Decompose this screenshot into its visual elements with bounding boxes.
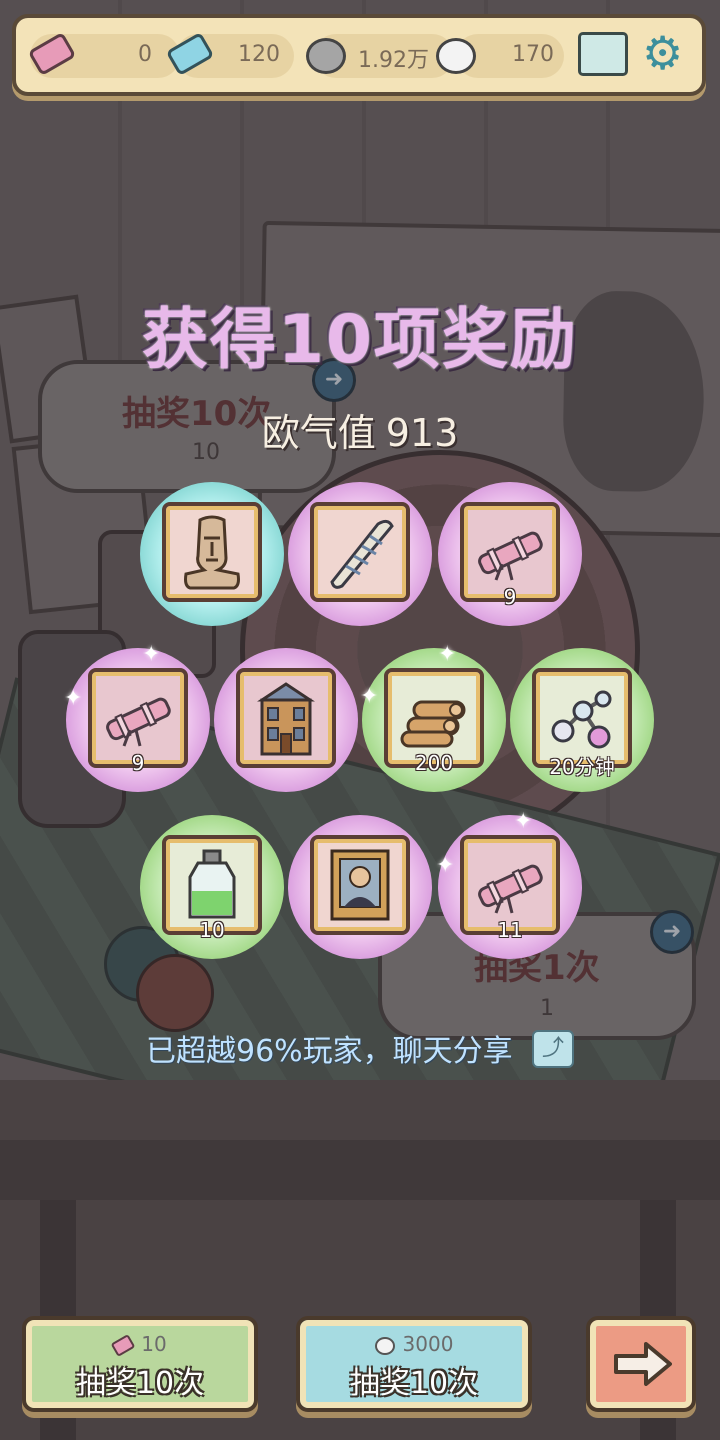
item-quantity: 20分钟 — [549, 755, 615, 779]
draw-10-ticket-button[interactable]: 10 抽奖10次 — [22, 1316, 258, 1412]
draw-button-label: 抽奖10次 — [349, 1366, 479, 1401]
draw-10-bubble-button[interactable]: 3000 抽奖10次 — [296, 1316, 532, 1412]
reward-item-telescope[interactable]: ✦ ✦ 9 — [64, 642, 210, 792]
grey-bubble-icon — [306, 38, 346, 74]
pink-ticket-count: 0 — [138, 42, 152, 67]
pink-ticket-icon — [110, 1334, 136, 1357]
luck-value-row: 欧气值 913 — [0, 402, 720, 457]
item-quantity: 9 — [131, 751, 145, 775]
reward-item-portrait[interactable] — [288, 815, 432, 959]
gear-icon[interactable]: ⚙ — [642, 30, 683, 76]
reward-item-molecule[interactable]: 20分钟 — [510, 648, 654, 792]
blue-ticket-count: 120 — [238, 42, 280, 67]
portrait-icon — [330, 849, 390, 921]
wooden-building-icon — [257, 682, 315, 756]
luck-label: 欧气值 — [261, 411, 376, 455]
blue-ticket-icon — [165, 31, 215, 77]
moai-statue-icon — [184, 515, 240, 590]
draw-cost: 3000 — [300, 1332, 528, 1356]
reward-item-telescope[interactable]: ✦ ✦ 11 — [436, 809, 582, 959]
draw-button-label: 抽奖10次 — [75, 1366, 205, 1401]
pink-ticket-icon — [27, 31, 77, 77]
grey-bubble-count: 1.92万 — [358, 48, 429, 73]
white-bubble-icon — [374, 1336, 395, 1355]
reward-item-potion[interactable]: 10 — [140, 815, 284, 959]
white-bubble-icon — [436, 38, 476, 74]
arrow-right-icon — [614, 1342, 672, 1386]
sparkle-icon: ✦ — [360, 684, 379, 709]
bandaged-bat-icon — [330, 519, 394, 589]
share-text[interactable]: 已超越96%玩家，聊天分享 — [146, 1026, 513, 1070]
draw-cost: 10 — [26, 1332, 254, 1357]
draw-cost-value: 3000 — [402, 1332, 454, 1356]
luck-value: 913 — [385, 411, 459, 455]
sparkle-icon: ✦ — [514, 809, 533, 834]
share-icon[interactable]: ⤴ — [532, 1030, 574, 1068]
logs-icon — [400, 700, 466, 748]
draw-cost-value: 10 — [141, 1332, 167, 1356]
reward-item-moai[interactable] — [140, 482, 284, 626]
item-quantity: 11 — [497, 918, 523, 942]
sparkle-icon: ✦ — [438, 642, 457, 667]
telescope-icon — [106, 697, 171, 747]
telescope-icon — [478, 864, 543, 914]
mail-icon[interactable] — [578, 32, 628, 76]
molecule-icon — [551, 690, 612, 749]
continue-button[interactable] — [586, 1316, 696, 1412]
reward-title: 获得10项奖励 — [142, 301, 578, 378]
reward-item-telescope[interactable]: 9 — [438, 482, 582, 626]
telescope-icon — [478, 531, 543, 581]
sparkle-icon: ✦ — [142, 642, 161, 667]
reward-item-wooden-building[interactable] — [214, 648, 358, 792]
reward-item-logs[interactable]: ✦ ✦ 200 — [360, 642, 506, 792]
item-quantity: 200 — [414, 751, 454, 775]
currency-bar: 0 120 1.92万 170 ⚙ — [12, 14, 706, 96]
potion-bottle-icon — [188, 849, 236, 919]
item-quantity: 9 — [503, 585, 517, 609]
white-bubble-count: 170 — [512, 42, 554, 67]
sparkle-icon: ✦ — [64, 686, 83, 711]
sparkle-icon: ✦ — [436, 853, 455, 878]
item-quantity: 10 — [199, 918, 225, 942]
reward-item-bandaged-bat[interactable] — [288, 482, 432, 626]
